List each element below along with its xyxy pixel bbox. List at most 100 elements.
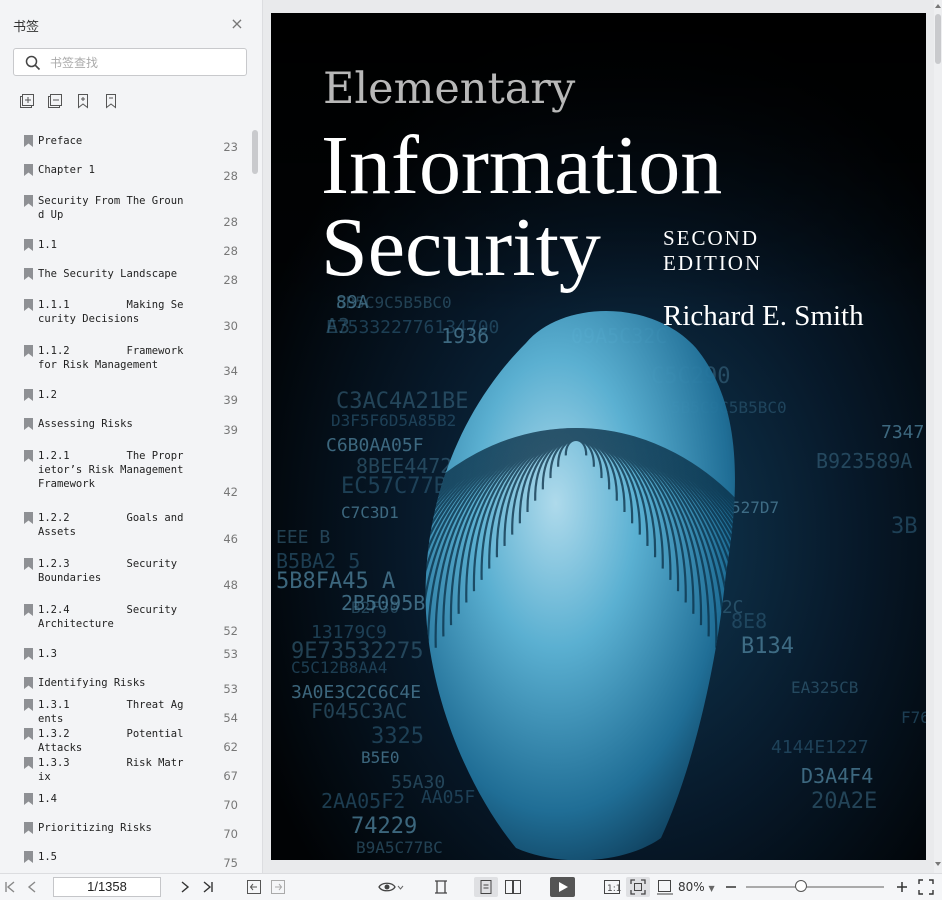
cover-code-text: 4144E1227 [771,737,869,758]
bookmark-flag-icon [24,822,33,834]
bookmark-title: 1.1 [38,239,57,251]
cover-title-line2: Information [321,119,722,212]
cover-code-text: 8E8 [731,609,767,633]
zoom-slider-handle[interactable] [795,880,807,892]
cover-code-text: 3325 [371,724,424,749]
bookmark-page-number: 53 [223,647,238,661]
zoom-out-icon[interactable] [724,879,738,895]
cover-code-text: B134 [741,634,794,659]
close-icon[interactable]: × [229,16,245,32]
fullscreen-icon[interactable] [918,879,934,895]
zoom-level: 80% [678,880,705,894]
sidebar-scrollbar[interactable] [252,130,258,174]
go-forward-icon[interactable] [270,879,286,895]
cover-code-text: 74229 [351,814,417,839]
bookmark-title: 1.1.2 Framework for Risk Management [38,345,190,371]
bookmark-icon[interactable] [103,93,119,109]
bookmark-title: 1.2.1 The Proprietor’s Risk Management F… [38,450,190,490]
cover-code-text: 1936 [441,324,489,348]
bookmark-title: 1.3.2 Potential Attacks [38,728,190,754]
add-bookmark-icon[interactable] [75,93,91,109]
bookmark-page-number: 52 [223,624,238,638]
first-page-icon[interactable] [3,879,17,895]
bookmark-title: Chapter 1 [38,164,95,176]
bookmark-title: 1.3.3 Risk Matrix [38,757,184,783]
slideshow-button[interactable] [550,877,575,897]
edition-line1: SECOND [663,226,759,250]
bookmark-title: Assessing Risks [38,418,133,430]
zoom-slider[interactable] [746,886,884,888]
two-page-icon[interactable] [504,879,522,895]
collapse-all-icon[interactable] [47,93,63,109]
next-page-icon[interactable] [179,879,191,895]
cover-code-text: F767BA [901,708,926,727]
bookmark-flag-icon [24,648,33,660]
bookmark-flag-icon [24,793,33,805]
single-page-button[interactable] [474,877,498,897]
page-number-input[interactable]: 1/1358 [53,877,161,897]
actual-size-icon[interactable]: 1:1 [603,879,621,895]
cover-code-text: EA325CB [791,678,858,697]
bookmark-page-number: 62 [223,740,238,754]
scrollbar-thumb[interactable] [935,14,941,64]
cover-title-line3: Security [321,201,601,294]
cover-code-text: C6B0AA05F [326,435,424,456]
svg-text:1:1: 1:1 [607,884,621,894]
bookmark-flag-icon [24,851,33,863]
expand-all-icon[interactable] [19,93,35,109]
bookmark-page-number: 53 [223,682,238,696]
cover-code-text: C7C3D1 [341,503,399,522]
bookmark-page-number: 28 [223,169,238,183]
bookmark-title: 1.4 [38,793,57,805]
viewer-scrollbar[interactable] [934,0,942,873]
bookmark-flag-icon [24,389,33,401]
bookmark-search-input[interactable] [48,53,242,73]
bookmark-page-number: 34 [223,364,238,378]
bookmark-panel: 书签 × Preface 23 Chapter 1 28 Security From T… [0,0,263,873]
play-icon [559,882,568,892]
cover-code-text: 2AA05F2 [321,789,405,813]
bookmark-flag-icon [24,512,33,524]
pdf-page: 5B5C9C5B5BC0E7533227761347001936C3AC4A21… [271,13,926,860]
chevron-down-icon: ▼ [708,884,715,893]
search-icon [25,55,41,71]
go-back-icon[interactable] [246,879,262,895]
reading-mode-icon[interactable] [378,879,404,895]
cover-code-text: 7347F67BAD898 [881,422,926,443]
cover-code-text: F045C3AC [311,699,407,723]
bookmark-page-number: 70 [223,827,238,841]
edition-line2: EDITION [663,251,762,275]
previous-page-icon[interactable] [26,879,38,895]
zoom-dropdown[interactable]: 80% ▼ [678,880,715,894]
bookmark-page-number: 46 [223,532,238,546]
bookmark-title: Preface [38,135,83,147]
cover-code-text: EC57C77B [341,474,447,499]
bookmark-page-number: 23 [223,140,238,154]
scroll-up-icon[interactable] [934,2,942,10]
cover-code-text: 2B5095B [341,591,425,615]
bookmark-page-number: 70 [223,798,238,812]
bookmark-title: Identifying Risks [38,677,146,689]
bookmark-title: Prioritizing Risks [38,822,152,834]
bookmark-title: Security From The Ground Up [38,195,184,221]
last-page-icon[interactable] [201,879,215,895]
bookmark-flag-icon [24,450,33,462]
bookmark-page-number: 75 [223,856,238,870]
bookmark-flag-icon [24,268,33,280]
bookmark-page-number: 67 [223,769,238,783]
bookmark-flag-icon [24,699,33,711]
bookmark-page-number: 28 [223,215,238,229]
bookmark-search[interactable] [13,48,247,76]
document-viewer: 5B5C9C5B5BC0E7533227761347001936C3AC4A21… [263,0,942,873]
cover-code-text: C5C12B8AA4 [291,658,387,677]
fit-page-button[interactable] [626,877,650,897]
zoom-in-icon[interactable] [895,879,909,895]
cover-code-text: EEE B [276,527,330,548]
bookmark-page-number: 28 [223,273,238,287]
bookmark-page-number: 42 [223,485,238,499]
page-view-icon[interactable] [656,879,674,895]
bookmark-page-number: 28 [223,244,238,258]
scroll-down-icon[interactable] [934,860,942,868]
cover-code-text: D3F5F6D5A85B2 [331,411,456,430]
fit-width-icon[interactable] [433,879,449,895]
